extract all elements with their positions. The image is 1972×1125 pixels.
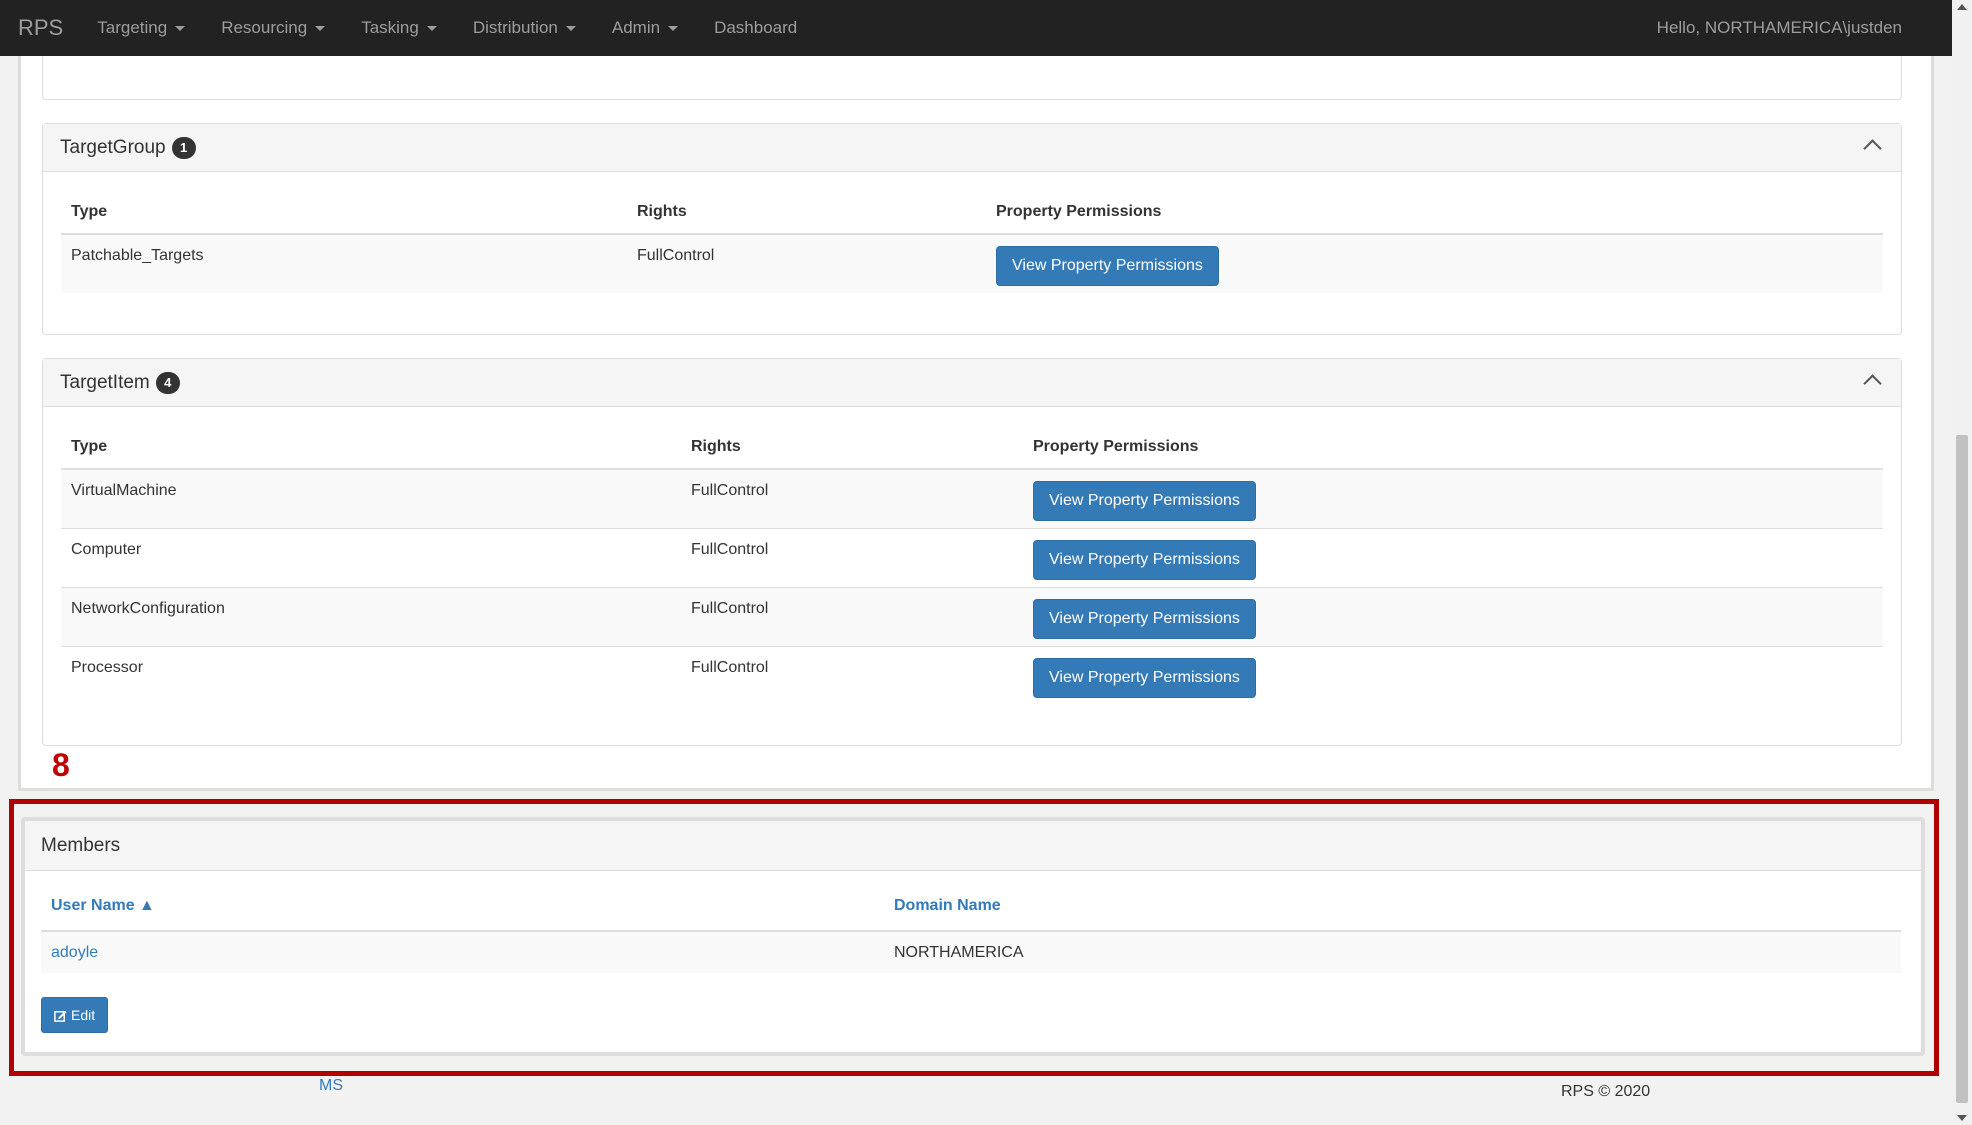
- scrollbar-thumb[interactable]: [1956, 435, 1968, 1103]
- nav-tasking[interactable]: Tasking: [343, 18, 455, 38]
- column-header-rights: Rights: [627, 172, 986, 235]
- target-item-count-badge: 4: [155, 371, 180, 394]
- scroll-down-arrow-icon[interactable]: [1957, 1115, 1967, 1121]
- caret-down-icon: [668, 25, 679, 31]
- column-header-type: Type: [61, 407, 681, 470]
- view-property-permissions-button[interactable]: View Property Permissions: [1033, 539, 1256, 580]
- type-cell: NetworkConfiguration: [61, 586, 681, 646]
- permissions-cell: View Property Permissions: [1023, 586, 1883, 646]
- nav-dashboard[interactable]: Dashboard: [696, 18, 815, 38]
- target-item-table: Type Rights Property Permissions Virtual…: [61, 407, 1883, 705]
- permissions-cell: View Property Permissions: [1023, 645, 1883, 705]
- previous-section-bottom: [42, 56, 1902, 100]
- scroll-up-arrow-icon[interactable]: [1957, 4, 1967, 10]
- target-group-count-badge: 1: [171, 136, 196, 159]
- rights-cell: FullControl: [681, 468, 1023, 528]
- nav-admin-label: Admin: [611, 18, 661, 37]
- table-row: Processor FullControl View Property Perm…: [61, 645, 1883, 705]
- column-header-type: Type: [61, 172, 627, 235]
- nav-distribution-label: Distribution: [472, 18, 558, 37]
- brand-logo[interactable]: RPS: [18, 15, 63, 41]
- table-row: VirtualMachine FullControl View Property…: [61, 468, 1883, 528]
- permissions-cell: View Property Permissions: [986, 233, 1883, 293]
- column-header-user-name[interactable]: User Name ▲: [41, 881, 884, 932]
- type-cell: Processor: [61, 645, 681, 705]
- nav-resourcing-label: Resourcing: [221, 18, 308, 37]
- target-group-panel: TargetGroup 1 Type Rights Property Permi…: [42, 123, 1902, 335]
- rights-cell: FullControl: [681, 645, 1023, 705]
- rights-cell: FullControl: [681, 586, 1023, 646]
- edit-button-label: Edit: [71, 1007, 96, 1023]
- members-table: User Name ▲ Domain Name adoyle NORTHAMER…: [41, 881, 1901, 973]
- nav-targeting[interactable]: Targeting: [79, 18, 203, 38]
- view-property-permissions-button[interactable]: View Property Permissions: [1033, 481, 1256, 521]
- target-item-panel: TargetItem 4 Type Rights Property Permis…: [42, 358, 1902, 746]
- view-property-permissions-button[interactable]: View Property Permissions: [1033, 657, 1256, 698]
- members-panel: Members User Name ▲ Domain Name adoyle N…: [21, 817, 1925, 1056]
- target-item-title: TargetItem: [60, 371, 150, 393]
- table-row: Computer FullControl View Property Permi…: [61, 527, 1883, 587]
- nav-distribution[interactable]: Distribution: [455, 18, 594, 38]
- target-group-title: TargetGroup: [60, 136, 166, 158]
- caret-down-icon: [565, 25, 576, 31]
- edit-icon: [54, 1010, 67, 1022]
- nav-dashboard-label: Dashboard: [714, 18, 798, 37]
- permissions-cell: View Property Permissions: [1023, 527, 1883, 587]
- type-cell: VirtualMachine: [61, 468, 681, 528]
- target-item-heading[interactable]: TargetItem 4: [43, 359, 1901, 407]
- user-greeting[interactable]: Hello, NORTHAMERICA\justden: [1657, 18, 1902, 38]
- nav-admin[interactable]: Admin: [594, 18, 696, 38]
- column-header-property-permissions: Property Permissions: [986, 172, 1883, 235]
- table-row: NetworkConfiguration FullControl View Pr…: [61, 586, 1883, 646]
- vertical-scrollbar[interactable]: [1952, 0, 1972, 1125]
- type-cell: Patchable_Targets: [61, 233, 627, 293]
- rights-cell: FullControl: [681, 527, 1023, 587]
- target-group-heading[interactable]: TargetGroup 1: [43, 124, 1901, 172]
- caret-down-icon: [426, 25, 437, 31]
- permissions-cell: View Property Permissions: [1023, 468, 1883, 528]
- members-heading: Members: [25, 821, 1921, 871]
- nav-targeting-label: Targeting: [97, 18, 168, 37]
- caret-down-icon: [315, 25, 326, 31]
- nav-tasking-label: Tasking: [361, 18, 419, 37]
- table-row: Patchable_Targets FullControl View Prope…: [61, 233, 1883, 293]
- top-navbar: RPS Targeting Resourcing Tasking Distrib…: [0, 0, 1952, 56]
- target-group-table: Type Rights Property Permissions Patchab…: [61, 172, 1883, 293]
- footer-copyright: RPS © 2020: [1561, 1083, 1651, 1100]
- nav-resourcing[interactable]: Resourcing: [203, 18, 343, 38]
- view-property-permissions-button[interactable]: View Property Permissions: [996, 246, 1219, 286]
- user-link[interactable]: adoyle: [51, 944, 98, 961]
- type-cell: Computer: [61, 527, 681, 587]
- caret-down-icon: [175, 25, 186, 31]
- edit-button[interactable]: Edit: [41, 997, 109, 1033]
- column-header-rights: Rights: [681, 407, 1023, 470]
- column-header-property-permissions: Property Permissions: [1023, 407, 1883, 470]
- column-header-domain-name[interactable]: Domain Name: [884, 881, 1901, 932]
- rights-cell: FullControl: [627, 233, 986, 293]
- table-row: adoyle NORTHAMERICA: [41, 931, 1901, 973]
- domain-name-cell: NORTHAMERICA: [884, 931, 1901, 973]
- footer-ms-link[interactable]: MS: [319, 1077, 343, 1095]
- chevron-up-icon[interactable]: [1863, 139, 1882, 158]
- annotation-number: 8: [52, 747, 70, 783]
- view-property-permissions-button[interactable]: View Property Permissions: [1033, 598, 1256, 639]
- chevron-up-icon[interactable]: [1863, 374, 1882, 393]
- user-name-cell: adoyle: [41, 931, 884, 973]
